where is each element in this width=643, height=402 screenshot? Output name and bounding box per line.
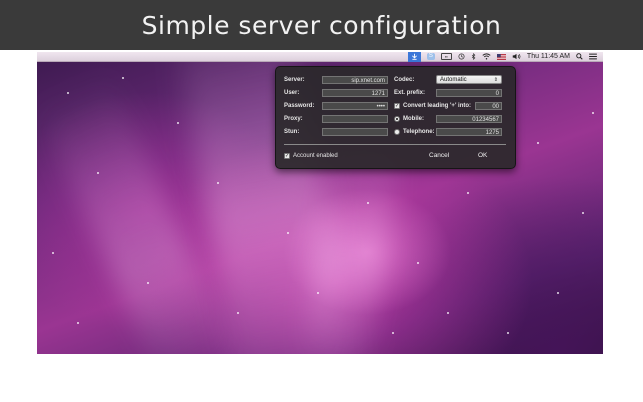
convert-plus-field[interactable]: 00 (475, 102, 502, 110)
star (237, 312, 239, 314)
star (467, 192, 469, 194)
ext-prefix-label: Ext. prefix: (394, 90, 426, 96)
volume-icon[interactable] (512, 52, 521, 62)
star (67, 92, 69, 94)
convert-plus-checkbox[interactable]: ✓ (394, 103, 400, 109)
star (392, 332, 394, 334)
star (147, 282, 149, 284)
updown-arrows-icon: ⇕ (493, 77, 498, 83)
password-label: Password: (284, 103, 315, 109)
convert-plus-label: Convert leading '+' into: (403, 103, 472, 109)
star (317, 292, 319, 294)
cancel-button[interactable]: Cancel (429, 152, 449, 159)
mobile-label: Mobile: (403, 116, 424, 122)
light-beam (37, 70, 241, 354)
server-label: Server: (284, 77, 305, 83)
time-machine-icon[interactable] (458, 52, 465, 62)
flag-icon[interactable] (496, 52, 506, 62)
star (177, 122, 179, 124)
star (507, 332, 509, 334)
star (367, 202, 369, 204)
star (287, 232, 289, 234)
mobile-field[interactable]: 01234567 (436, 115, 502, 123)
telephone-field[interactable]: 1275 (436, 128, 502, 136)
wifi-icon[interactable] (482, 52, 491, 62)
ok-button[interactable]: OK (478, 152, 487, 159)
star (557, 292, 559, 294)
sip-config-panel: Server: sip.xnet.com User: 1271 Password… (275, 66, 516, 169)
proxy-field[interactable] (322, 115, 388, 123)
mobile-radio[interactable] (394, 116, 400, 122)
server-field[interactable]: sip.xnet.com (322, 76, 388, 84)
menu-bar: S ▪▪ Thu 11:45 AM (37, 52, 603, 62)
proxy-label: Proxy: (284, 116, 303, 122)
password-field[interactable]: •••• (322, 102, 388, 110)
star (592, 112, 594, 114)
account-enabled-checkbox[interactable]: ✓ (284, 153, 290, 159)
star (122, 77, 124, 79)
codec-label: Codec: (394, 77, 415, 83)
star (537, 142, 539, 144)
stun-field[interactable] (322, 128, 388, 136)
bluetooth-icon[interactable] (471, 52, 476, 62)
telephone-radio[interactable] (394, 129, 400, 135)
codec-select[interactable]: Automatic ⇕ (436, 75, 502, 84)
ext-prefix-field[interactable]: 0 (436, 89, 502, 97)
account-enabled-label: Account enabled (293, 153, 338, 159)
user-label: User: (284, 90, 300, 96)
divider (284, 144, 506, 145)
star (97, 172, 99, 174)
status-blue-icon[interactable]: S (426, 53, 435, 60)
stun-label: Stun: (284, 129, 300, 135)
star (447, 312, 449, 314)
star (417, 262, 419, 264)
menubar-clock[interactable]: Thu 11:45 AM (527, 52, 570, 62)
star (52, 252, 54, 254)
user-field[interactable]: 1271 (322, 89, 388, 97)
star (217, 182, 219, 184)
keyboard-icon[interactable]: ▪▪ (440, 53, 452, 60)
caption-banner: Simple server configuration (0, 0, 643, 50)
codec-select-value: Automatic (440, 77, 467, 83)
star (77, 322, 79, 324)
telephone-label: Telephone: (403, 129, 435, 135)
list-icon[interactable] (589, 52, 597, 62)
caption-title: Simple server configuration (141, 10, 502, 40)
app-telephone-icon[interactable] (407, 52, 421, 62)
desktop-screen: S ▪▪ Thu 11:45 AM Server: sip.xnet.com U… (37, 52, 603, 354)
star (582, 212, 584, 214)
spotlight-icon[interactable] (576, 52, 583, 62)
